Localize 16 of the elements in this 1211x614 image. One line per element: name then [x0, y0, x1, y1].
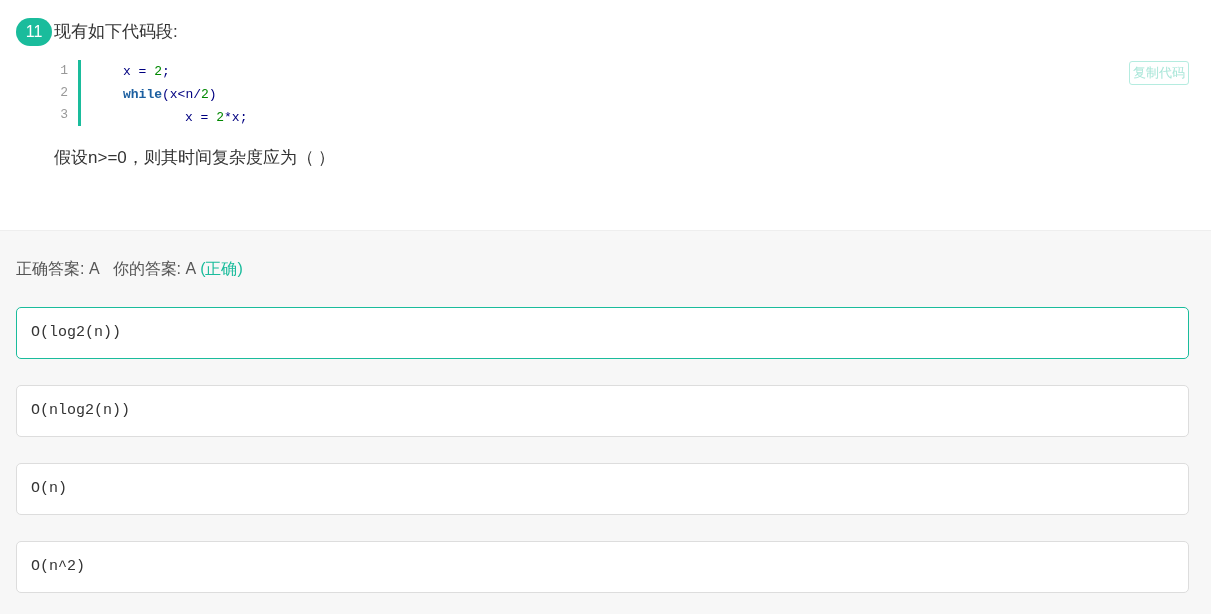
answer-option[interactable]: O(n^2): [16, 541, 1189, 593]
line-number: 2: [60, 84, 68, 102]
answer-option[interactable]: O(log2(n)): [16, 307, 1189, 359]
line-number: 3: [60, 106, 68, 124]
question-title: 现有如下代码段:: [54, 21, 178, 44]
question-prompt: 假设n>=0，则其时间复杂度应为（ ）: [54, 147, 337, 169]
correct-answer-text: 正确答案: A: [16, 259, 100, 279]
line-number: 1: [60, 62, 68, 80]
verdict-text: (正确): [200, 259, 243, 279]
code-line: x = 2;: [123, 64, 170, 79]
answer-option[interactable]: O(n): [16, 463, 1189, 515]
code-line: while(x<n/2): [123, 87, 217, 102]
code-line: x = 2*x;: [185, 110, 248, 125]
question-number-badge: 11: [16, 18, 52, 46]
answer-option[interactable]: O(nlog2(n)): [16, 385, 1189, 437]
your-answer-text: 你的答案: A: [112, 259, 197, 279]
